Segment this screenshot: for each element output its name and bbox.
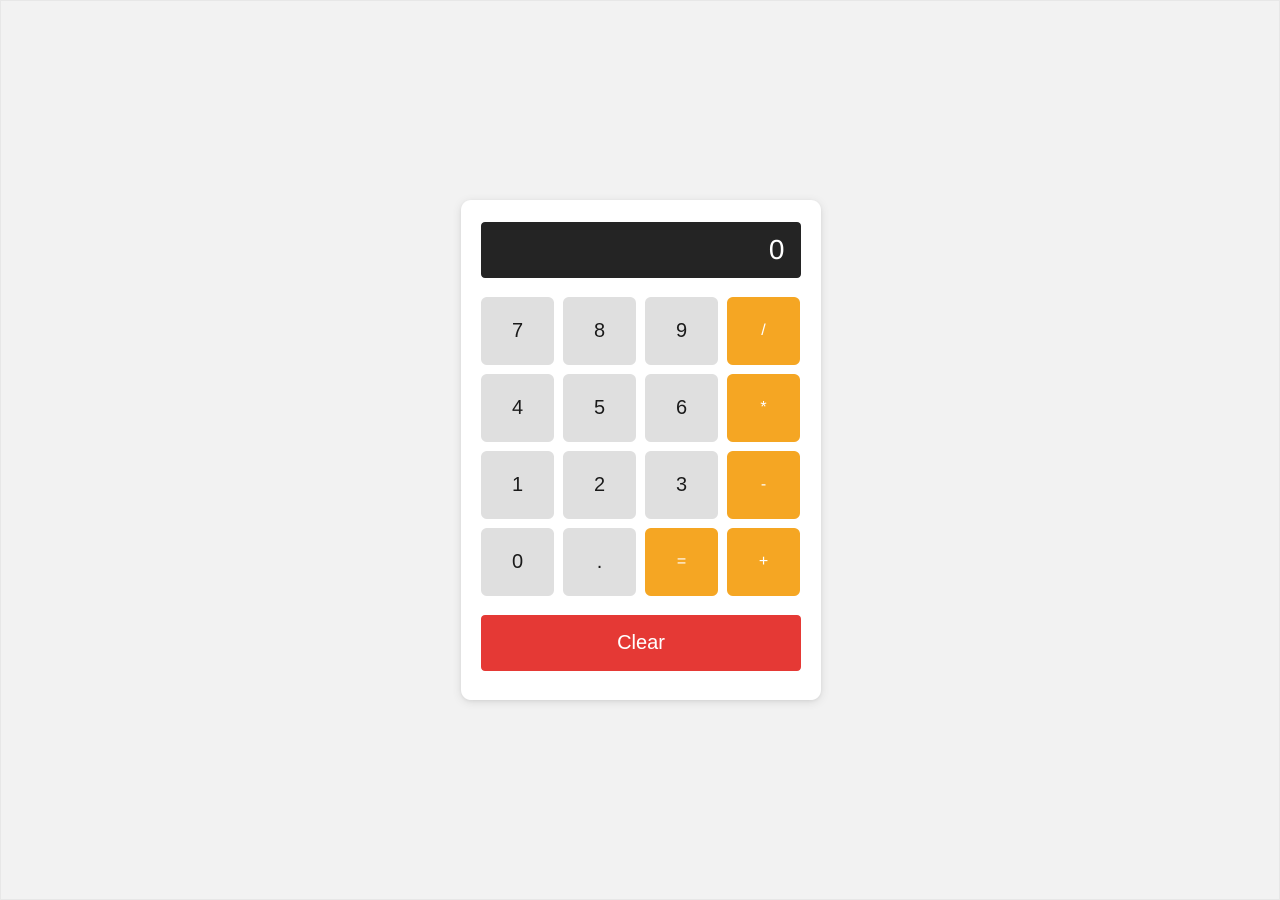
- app-viewport: 0 7 8 9/ 4 5 6 * 1 2 3- 0. = + Clear: [0, 0, 1280, 900]
- key-8[interactable]: 8: [563, 297, 636, 365]
- clear-button[interactable]: Clear: [481, 615, 801, 671]
- calculator-display: 0: [481, 222, 801, 278]
- key-subtract[interactable]: -: [727, 451, 800, 519]
- key-4[interactable]: 4: [481, 374, 554, 442]
- calculator-card: 0 7 8 9/ 4 5 6 * 1 2 3- 0. = + Clear: [461, 200, 821, 700]
- key-3[interactable]: 3: [645, 451, 718, 519]
- key-5[interactable]: 5: [563, 374, 636, 442]
- key-divide[interactable]: /: [727, 297, 800, 365]
- key-7[interactable]: 7: [481, 297, 554, 365]
- key-add[interactable]: +: [727, 528, 800, 596]
- key-9[interactable]: 9: [645, 297, 718, 365]
- key-6[interactable]: 6: [645, 374, 718, 442]
- key-0[interactable]: 0: [481, 528, 554, 596]
- key-equals[interactable]: =: [645, 528, 718, 596]
- calculator-keypad: 7 8 9/ 4 5 6 * 1 2 3- 0. = +: [481, 297, 801, 596]
- key-decimal[interactable]: .: [563, 528, 636, 596]
- key-multiply[interactable]: *: [727, 374, 800, 442]
- key-1[interactable]: 1: [481, 451, 554, 519]
- key-2[interactable]: 2: [563, 451, 636, 519]
